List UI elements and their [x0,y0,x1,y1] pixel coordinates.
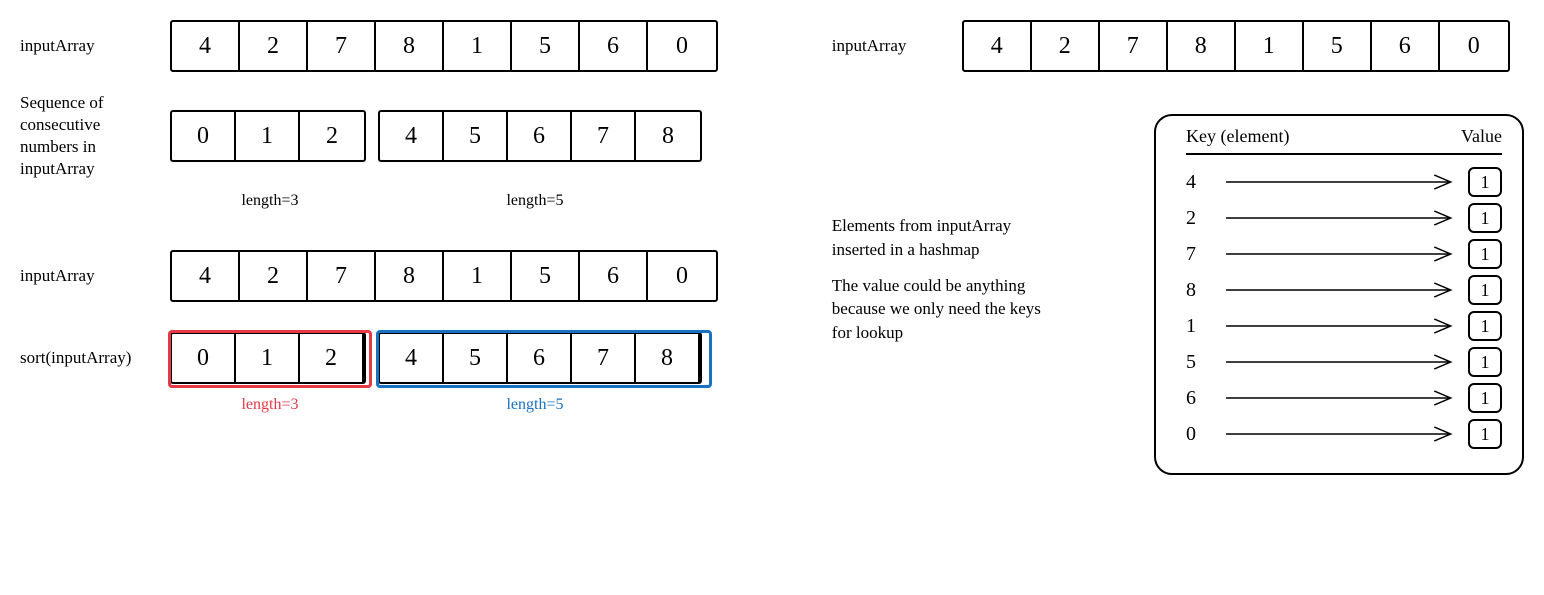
hashmap-key: 2 [1186,207,1226,230]
length5-label-blue: length=5 [370,396,700,414]
hashmap-key: 7 [1186,243,1226,266]
cell: 7 [572,334,636,382]
array-sorted1: 0 1 2 [170,332,366,384]
cell: 4 [172,252,240,300]
label-input-array-3: inputArray [832,35,962,57]
hashmap-value: 1 [1468,203,1502,233]
cell: 6 [580,22,648,70]
cell: 6 [508,112,572,160]
hashmap-caption: Elements from inputArray inserted in a h… [832,214,1062,345]
cell: 1 [1236,22,1304,70]
array-input-2: 4 2 7 8 1 5 6 0 [170,250,718,302]
cell: 5 [512,22,580,70]
arrow-icon [1226,316,1460,336]
hashmap-value: 1 [1468,383,1502,413]
right-column: inputArray 4 2 7 8 1 5 6 0 Elements from… [832,20,1524,475]
cell: 4 [964,22,1032,70]
cell: 1 [236,112,300,160]
cell: 2 [300,334,364,382]
arrow-icon [1226,172,1460,192]
hashmap-value: 1 [1468,311,1502,341]
hashmap-row: 81 [1186,275,1502,305]
hashmap-row: 41 [1186,167,1502,197]
hashmap-row: 21 [1186,203,1502,233]
array-input-1: 4 2 7 8 1 5 6 0 [170,20,718,72]
cell: 8 [1168,22,1236,70]
length3-label-1: length=3 [170,192,370,210]
hashmap-row: 61 [1186,383,1502,413]
arrow-icon [1226,424,1460,444]
cell: 0 [172,334,236,382]
cell: 7 [308,22,376,70]
arrow-icon [1226,352,1460,372]
cell: 0 [1440,22,1508,70]
cell: 5 [1304,22,1372,70]
cell: 0 [648,252,716,300]
arrow-icon [1226,280,1460,300]
cell: 1 [236,334,300,382]
hashmap-box: Key (element) Value 4121718111516101 [1154,114,1524,475]
cell: 6 [580,252,648,300]
cell: 0 [648,22,716,70]
cell: 4 [380,334,444,382]
label-input-array-1: inputArray [20,35,170,57]
hashmap-value: 1 [1468,239,1502,269]
hashmap-caption-line2: The value could be anything because we o… [832,274,1062,345]
cell: 8 [636,334,700,382]
cell: 7 [308,252,376,300]
cell: 2 [240,22,308,70]
arrow-icon [1226,208,1460,228]
array-sorted2: 4 5 6 7 8 [378,332,702,384]
hashmap-value: 1 [1468,419,1502,449]
cell: 1 [444,22,512,70]
hashmap-row: 01 [1186,419,1502,449]
hashmap-key: 4 [1186,171,1226,194]
cell: 0 [172,112,236,160]
cell: 8 [376,252,444,300]
hashmap-value: 1 [1468,347,1502,377]
hashmap-row: 71 [1186,239,1502,269]
hashmap-key: 1 [1186,315,1226,338]
cell: 4 [172,22,240,70]
label-sorted: sort(inputArray) [20,347,170,369]
cell: 8 [636,112,700,160]
length5-label-1: length=5 [370,192,700,210]
cell: 7 [572,112,636,160]
cell: 5 [444,112,508,160]
hashmap-row: 51 [1186,347,1502,377]
array-seq1: 0 1 2 [170,110,366,162]
label-input-array-2: inputArray [20,265,170,287]
hashmap-caption-line1: Elements from inputArray inserted in a h… [832,214,1062,262]
arrow-icon [1226,244,1460,264]
hashmap-value: 1 [1468,167,1502,197]
cell: 4 [380,112,444,160]
hashmap-value-header: Value [1461,126,1502,147]
array-input-3: 4 2 7 8 1 5 6 0 [962,20,1510,72]
cell: 5 [512,252,580,300]
label-sequences: Sequence of consecutive numbers in input… [20,92,170,180]
hashmap-key: 6 [1186,387,1226,410]
cell: 2 [300,112,364,160]
hashmap-value: 1 [1468,275,1502,305]
cell: 5 [444,334,508,382]
cell: 6 [1372,22,1440,70]
cell: 2 [1032,22,1100,70]
hashmap-key: 0 [1186,423,1226,446]
cell: 2 [240,252,308,300]
hashmap-key: 5 [1186,351,1226,374]
cell: 8 [376,22,444,70]
cell: 6 [508,334,572,382]
cell: 1 [444,252,512,300]
arrow-icon [1226,388,1460,408]
cell: 7 [1100,22,1168,70]
hashmap-key-header: Key (element) [1186,126,1289,147]
length3-label-red: length=3 [170,396,370,414]
hashmap-key: 8 [1186,279,1226,302]
array-seq2: 4 5 6 7 8 [378,110,702,162]
left-column: inputArray 4 2 7 8 1 5 6 0 Sequence of c… [20,20,752,475]
hashmap-row: 11 [1186,311,1502,341]
